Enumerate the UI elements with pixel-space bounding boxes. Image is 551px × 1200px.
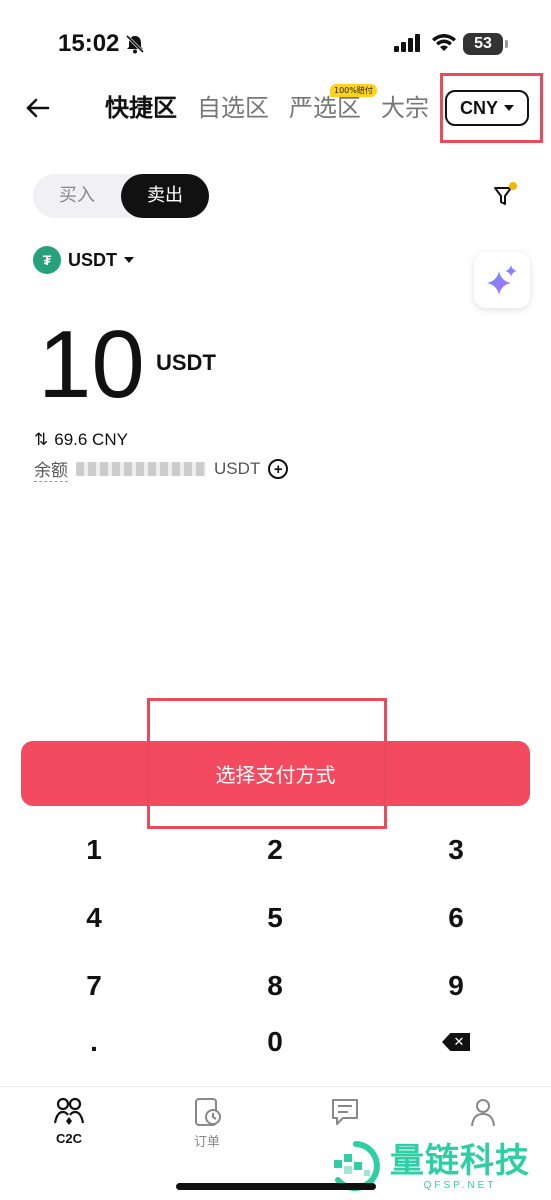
chat-icon <box>332 1099 358 1125</box>
home-indicator[interactable] <box>176 1183 376 1190</box>
nav-c2c-label: C2C <box>55 1131 82 1146</box>
tab-quick-zone[interactable]: 快捷区 <box>105 90 177 126</box>
key-1[interactable]: 1 <box>34 822 154 878</box>
nav-orders[interactable]: 订单 <box>162 1097 252 1150</box>
numeric-keypad: 1 2 3 4 5 6 7 8 9 . 0 ✕ <box>0 820 551 1070</box>
balance-label: 余额 <box>34 456 68 482</box>
annotation-highlight-currency <box>440 73 543 143</box>
guarantee-badge: 100%赔付 <box>330 84 377 97</box>
converted-value: 69.6 CNY <box>54 430 128 449</box>
people-icon <box>53 1097 85 1125</box>
key-6[interactable]: 6 <box>396 890 516 946</box>
swap-icon: ⇅ <box>34 430 49 449</box>
nav-messages[interactable] <box>300 1097 390 1131</box>
key-9[interactable]: 9 <box>396 958 516 1014</box>
zone-tabs: 快捷区 自选区 严选区 大宗 <box>105 90 440 126</box>
watermark-title: 量链科技 <box>390 1140 530 1181</box>
buy-tab[interactable]: 买入 <box>33 174 121 218</box>
nav-orders-label: 订单 <box>193 1134 220 1149</box>
asset-caret-down-icon <box>124 257 134 263</box>
watermark-url: QFSP.NET <box>423 1179 497 1191</box>
backspace-icon: ✕ <box>442 1033 470 1051</box>
usdt-logo-icon: ₮ <box>33 246 61 274</box>
ai-assistant-button[interactable] <box>474 252 530 308</box>
annotation-highlight-button <box>147 698 387 829</box>
order-clock-icon <box>195 1098 221 1126</box>
converted-amount[interactable]: ⇅ 69.6 CNY <box>34 430 128 450</box>
filter-icon[interactable] <box>492 182 518 210</box>
balance-masked-value <box>76 462 206 476</box>
key-7[interactable]: 7 <box>34 958 154 1014</box>
sparkle-icon <box>487 265 517 295</box>
nav-c2c[interactable]: C2C <box>24 1097 114 1146</box>
key-3[interactable]: 3 <box>396 822 516 878</box>
balance-row: 余额 USDT + <box>34 456 289 482</box>
buy-sell-toggle: 买入 卖出 <box>33 174 209 218</box>
tab-bulk-zone[interactable]: 大宗 <box>381 90 429 126</box>
key-backspace[interactable]: ✕ <box>396 1014 516 1070</box>
sell-tab[interactable]: 卖出 <box>121 174 209 218</box>
battery-icon: 53 <box>463 33 508 55</box>
status-bar: 15:02 53 <box>0 0 551 80</box>
user-icon <box>471 1099 495 1127</box>
status-time: 15:02 <box>58 30 120 57</box>
key-8[interactable]: 8 <box>215 958 335 1014</box>
wifi-icon <box>432 34 456 51</box>
asset-select[interactable]: ₮ USDT <box>33 244 134 276</box>
plus-circle-icon[interactable]: + <box>268 459 289 479</box>
balance-unit: USDT <box>214 459 261 478</box>
key-5[interactable]: 5 <box>215 890 335 946</box>
signal-icon <box>394 34 420 52</box>
key-0[interactable]: 0 <box>215 1014 335 1070</box>
amount-unit: USDT <box>156 350 216 375</box>
nav-profile[interactable] <box>438 1097 528 1131</box>
key-2[interactable]: 2 <box>215 822 335 878</box>
key-4[interactable]: 4 <box>34 890 154 946</box>
bell-muted-icon <box>125 34 145 54</box>
tab-favorites-zone[interactable]: 自选区 <box>197 90 269 126</box>
back-arrow-icon[interactable] <box>24 94 52 122</box>
amount-value: 10 <box>38 311 145 418</box>
asset-symbol: USDT <box>68 249 117 270</box>
key-decimal[interactable]: . <box>34 1014 154 1070</box>
